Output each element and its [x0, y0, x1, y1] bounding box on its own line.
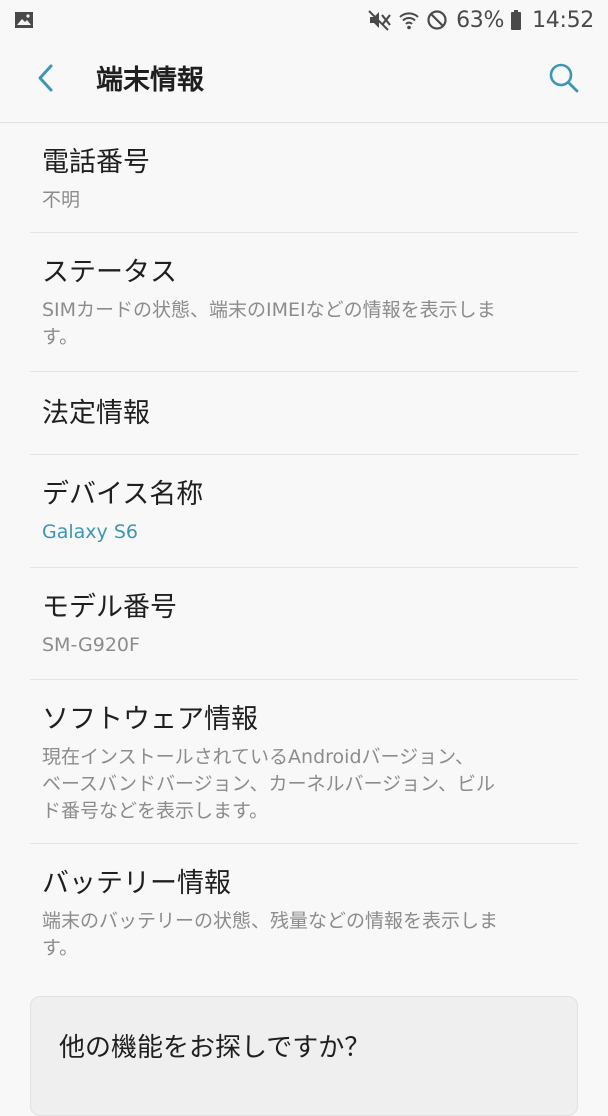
suggestion-card: 他の機能をお探しですか？ [30, 996, 578, 1116]
item-title: デバイス名称 [42, 479, 204, 510]
item-subtitle: 現在インストールされているAndroidバージョン、 ベースバンドバージョン、カ… [42, 744, 566, 825]
list-item-battery-info[interactable]: バッテリー情報 端末のバッテリーの状態、残量などの情報を表示しま す。 [30, 844, 578, 994]
item-title: ソフトウェア情報 [42, 704, 258, 735]
item-subtitle: 端末のバッテリーの状態、残量などの情報を表示しま す。 [42, 908, 566, 962]
battery-icon [510, 9, 522, 31]
search-button[interactable] [544, 60, 584, 100]
back-button[interactable] [26, 60, 66, 100]
list-item-software-info[interactable]: ソフトウェア情報 現在インストールされているAndroidバージョン、 ベースバ… [30, 680, 578, 844]
status-bar: 63% 14:52 [0, 0, 608, 40]
back-arrow-icon [35, 63, 57, 97]
wifi-icon [398, 9, 420, 31]
item-subtitle-line: 端末のバッテリーの状態、残量などの情報を表示しま [42, 910, 499, 932]
list-item-model-number[interactable]: モデル番号 SM-G920F [30, 568, 578, 680]
app-bar: 端末情報 [0, 40, 608, 123]
page-title: 端末情報 [96, 65, 204, 96]
do-not-disturb-icon [426, 9, 448, 31]
list-item-device-name[interactable]: デバイス名称 Galaxy S6 [30, 455, 578, 568]
item-title: バッテリー情報 [42, 868, 231, 899]
item-subtitle: SM-G920F [42, 634, 140, 656]
mute-icon [368, 9, 392, 31]
item-subtitle: SIMカードの状態、端末のIMEIなどの情報を表示しま す。 [42, 297, 566, 351]
status-icons: 63% 14:52 [368, 0, 594, 40]
item-subtitle-line: す。 [42, 937, 79, 959]
search-icon [548, 62, 580, 98]
list-item-legal-info[interactable]: 法定情報 [30, 372, 578, 455]
image-icon [14, 10, 34, 30]
item-subtitle-line: ド番号などを表示します。 [42, 800, 269, 822]
item-subtitle-line: ベースバンドバージョン、カーネルバージョン、ビル [42, 773, 495, 795]
item-title: モデル番号 [42, 592, 177, 623]
item-subtitle-line: す。 [42, 326, 79, 348]
item-subtitle-line: SIMカードの状態、端末のIMEIなどの情報を表示しま [42, 299, 496, 321]
settings-list: 電話番号 不明 ステータス SIMカードの状態、端末のIMEIなどの情報を表示し… [0, 123, 608, 994]
item-subtitle: 不明 [42, 189, 81, 211]
list-item-status[interactable]: ステータス SIMカードの状態、端末のIMEIなどの情報を表示しま す。 [30, 233, 578, 372]
item-subtitle: Galaxy S6 [42, 521, 138, 543]
battery-percent: 63% [456, 7, 505, 33]
suggestion-title: 他の機能をお探しですか？ [59, 1033, 371, 1063]
clock: 14:52 [532, 7, 594, 33]
item-title: 電話番号 [42, 147, 150, 178]
list-item-phone-number[interactable]: 電話番号 不明 [30, 123, 578, 233]
item-title: 法定情報 [42, 398, 150, 429]
item-subtitle-line: 現在インストールされているAndroidバージョン、 [42, 746, 474, 768]
item-title: ステータス [42, 257, 177, 288]
